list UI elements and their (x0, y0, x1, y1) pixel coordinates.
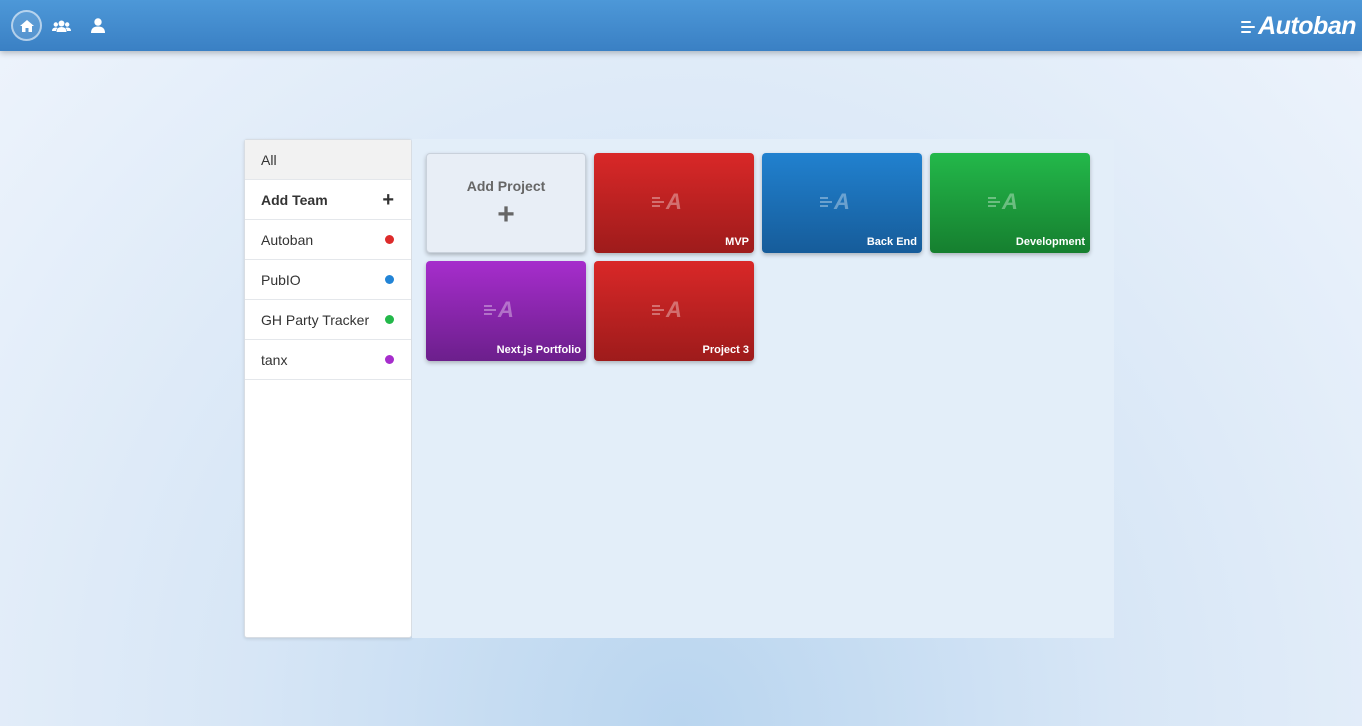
plus-icon: + (382, 188, 394, 211)
sidebar-item-label: Autoban (261, 231, 314, 248)
user-icon (90, 18, 105, 33)
sidebar-item-team[interactable]: tanx (245, 340, 411, 380)
autoban-logo-icon: A (652, 299, 682, 321)
project-title: Development (1015, 236, 1085, 248)
plus-icon: + (497, 198, 515, 231)
sidebar-item-label: PubIO (261, 271, 301, 288)
autoban-logo-icon: A (652, 191, 682, 213)
team-color-dot (385, 355, 394, 364)
sidebar-item-label: Add Team (261, 191, 328, 208)
team-color-dot (385, 315, 394, 324)
home-button[interactable] (11, 10, 42, 41)
project-title: Next.js Portfolio (496, 344, 581, 356)
sidebar-item-team[interactable]: GH Party Tracker (245, 300, 411, 340)
project-card[interactable]: A Project 3 (594, 261, 754, 361)
team-color-dot (385, 235, 394, 244)
team-color-dot (385, 275, 394, 284)
brand-logo[interactable]: Autoban (1241, 11, 1356, 41)
home-icon (19, 19, 34, 32)
project-title: MVP (725, 236, 749, 248)
team-sidebar: All Add Team + Autoban PubIO GH Party Tr… (244, 139, 412, 638)
project-card[interactable]: A MVP (594, 153, 754, 253)
project-title: Project 3 (702, 344, 749, 356)
autoban-logo-icon: A (484, 299, 514, 321)
sidebar-item-label: GH Party Tracker (261, 311, 370, 328)
add-project-card[interactable]: Add Project + (426, 153, 586, 253)
sidebar-item-all[interactable]: All (245, 140, 411, 180)
brand-speed-lines-icon (1241, 21, 1256, 33)
autoban-logo-icon: A (988, 191, 1018, 213)
sidebar-item-team[interactable]: PubIO (245, 260, 411, 300)
brand-name: Autoban (1258, 11, 1356, 40)
add-team-button[interactable]: Add Team + (245, 180, 411, 220)
sidebar-item-label: tanx (261, 351, 288, 368)
profile-button[interactable] (82, 10, 113, 41)
project-card[interactable]: A Development (930, 153, 1090, 253)
teams-icon (52, 20, 71, 32)
project-card[interactable]: A Back End (762, 153, 922, 253)
teams-button[interactable] (46, 10, 77, 41)
projects-panel: Add Project + A MVP A Back End A Develop… (412, 139, 1114, 638)
sidebar-item-team[interactable]: Autoban (245, 220, 411, 260)
top-navbar: Autoban (0, 0, 1362, 51)
add-project-label: Add Project (466, 178, 546, 194)
sidebar-item-label: All (261, 151, 277, 168)
project-title: Back End (866, 236, 917, 248)
autoban-logo-icon: A (820, 191, 850, 213)
project-card[interactable]: A Next.js Portfolio (426, 261, 586, 361)
